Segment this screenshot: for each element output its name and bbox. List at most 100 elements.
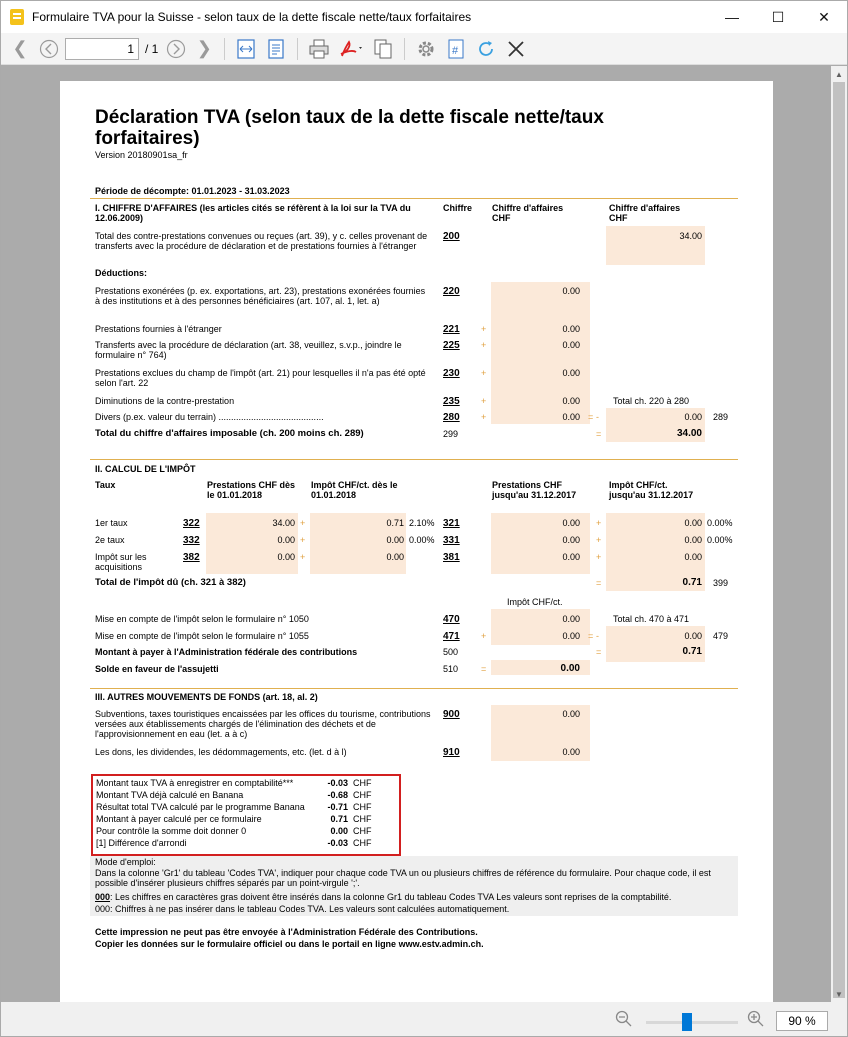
plus-op: +: [481, 368, 487, 378]
section1-heading: I. CHIFFRE D'AFFAIRES (les articles cité…: [95, 203, 411, 223]
equals-op: =: [596, 429, 602, 439]
svg-text:#: #: [452, 45, 459, 57]
window-title: Formulaire TVA pour la Suisse - selon ta…: [32, 10, 472, 24]
row221-label: Prestations fournies à l'étranger: [95, 324, 222, 334]
equals-op: =: [596, 578, 602, 588]
vertical-scrollbar[interactable]: ▲ ▼: [831, 66, 847, 1002]
script-hash-icon[interactable]: #: [441, 37, 471, 61]
previous-page-icon[interactable]: [35, 37, 63, 61]
settings-gear-icon[interactable]: [411, 37, 441, 61]
zoom-level-field[interactable]: 90 %: [776, 1011, 828, 1031]
code-235: 235: [443, 396, 460, 407]
ref-399: 399: [713, 578, 729, 588]
summary-unit: CHF: [353, 826, 372, 836]
scrollbar-thumb[interactable]: [833, 82, 845, 998]
col-prest-2017: Prestations CHF jusqu'au 31.12.2017: [492, 480, 577, 500]
maximize-button[interactable]: ☐: [755, 1, 801, 33]
deductions-label: Déductions:: [95, 268, 148, 278]
code-230: 230: [443, 368, 460, 379]
back-arrow-icon[interactable]: ❮: [5, 37, 35, 61]
minimize-button[interactable]: —: [709, 1, 755, 33]
impot-321: 0.00: [684, 518, 702, 528]
document-title: Déclaration TVA (selon taux de la dette …: [95, 107, 604, 149]
mode-plain-code: 000: [95, 904, 111, 914]
banana-app-icon: [10, 9, 24, 25]
summary-value: -0.68: [327, 790, 348, 800]
next-page-icon[interactable]: [162, 37, 190, 61]
close-window-button[interactable]: ✕: [801, 1, 847, 33]
code-332: 332: [183, 535, 200, 546]
value-479: 0.00: [684, 631, 702, 641]
zoom-slider-knob[interactable]: [682, 1013, 692, 1031]
refresh-icon[interactable]: [471, 37, 501, 61]
value-225: 0.00: [562, 340, 580, 350]
code-225: 225: [443, 340, 460, 351]
copy-icon[interactable]: [368, 37, 398, 61]
col-impot-2017: Impôt CHF/ct. jusqu'au 31.12.2017: [609, 480, 694, 500]
summary-unit: CHF: [353, 814, 372, 824]
code-200: 200: [443, 231, 460, 242]
code-220: 220: [443, 286, 460, 297]
print-icon[interactable]: [304, 37, 334, 61]
taux2-label: 2e taux: [95, 535, 125, 545]
summary-unit: CHF: [353, 838, 372, 848]
code-331: 331: [443, 535, 460, 546]
value-510: 0.00: [560, 663, 580, 674]
plus-op: +: [300, 518, 306, 528]
app-window: Formulaire TVA pour la Suisse - selon ta…: [0, 0, 848, 1037]
value-900: 0.00: [562, 709, 580, 719]
rate-322: 2.10%: [409, 518, 435, 528]
code-470: 470: [443, 614, 460, 625]
plus-op: +: [596, 552, 602, 562]
plus-op: +: [596, 535, 602, 545]
forward-arrow-icon[interactable]: ❯: [190, 37, 218, 61]
document-page: Déclaration TVA (selon taux de la dette …: [60, 81, 773, 1036]
rate-321: 0.00%: [707, 518, 733, 528]
value-200: 34.00: [679, 231, 702, 241]
row280-label: Divers (p.ex. valeur du terrain) .......…: [95, 412, 324, 422]
zoom-in-icon[interactable]: [747, 1010, 765, 1032]
equals-op: =: [588, 412, 594, 422]
zoom-slider[interactable]: [646, 1013, 738, 1031]
taux1-label: 1er taux: [95, 518, 128, 528]
scroll-down-icon[interactable]: ▼: [831, 986, 847, 1002]
impot-322: 0.71: [386, 518, 404, 528]
scroll-up-icon[interactable]: ▲: [831, 66, 847, 82]
row500-label: Montant à payer à l'Administration fédér…: [95, 647, 358, 657]
equals-op: =: [481, 664, 487, 674]
row470-label: Mise en compte de l'impôt selon le formu…: [95, 614, 309, 624]
total-470-471-note: Total ch. 470 à 471: [613, 614, 690, 624]
fit-page-icon[interactable]: [261, 37, 291, 61]
zoom-out-icon[interactable]: [615, 1010, 633, 1032]
plus-op: +: [300, 552, 306, 562]
page-number-input[interactable]: 1: [65, 37, 139, 60]
section2-heading: II. CALCUL DE L'IMPÔT: [95, 464, 196, 474]
code-221: 221: [443, 324, 460, 335]
ref-479: 479: [713, 631, 729, 641]
mode-line2: : Les chiffres en caractères gras doiven…: [110, 892, 672, 902]
code-910: 910: [443, 747, 460, 758]
close-preview-icon[interactable]: [501, 37, 531, 61]
total-impot-label: Total de l'impôt dû (ch. 321 à 382): [95, 577, 246, 588]
fit-width-icon[interactable]: [231, 37, 261, 61]
value-471: 0.00: [562, 631, 580, 641]
col-code-header: Chiffre: [443, 203, 472, 213]
code-321: 321: [443, 518, 460, 529]
mode-title: Mode d'emploi:: [95, 857, 156, 867]
col-ca1-header: Chiffre d'affaires CHF: [492, 203, 564, 223]
code-322: 322: [183, 518, 200, 529]
impot-332: 0.00: [386, 535, 404, 545]
plus-op: +: [300, 535, 306, 545]
value-399: 0.71: [682, 577, 702, 588]
plus-op: +: [481, 631, 487, 641]
pdf-export-icon[interactable]: [334, 37, 368, 61]
code-381: 381: [443, 552, 460, 563]
value-289: 0.00: [684, 412, 702, 422]
value-500: 0.71: [682, 646, 702, 657]
minus-op: -: [596, 631, 599, 641]
code-299: 299: [443, 429, 459, 439]
value-220: 0.00: [562, 286, 580, 296]
rate-331: 0.00%: [707, 535, 733, 545]
status-bar: 90 %: [1, 1002, 847, 1036]
row200-label: Total des contre-prestations convenues o…: [95, 231, 428, 251]
